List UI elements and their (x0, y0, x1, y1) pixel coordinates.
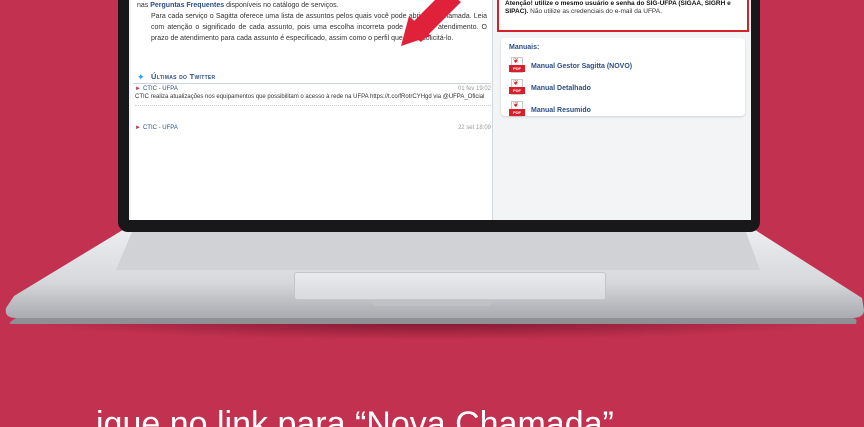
pdf-icon: ❦ PDF (509, 57, 525, 75)
twitter-bird-icon: ✦ (137, 71, 145, 82)
tweet-author[interactable]: CTIC - UFPA (143, 125, 178, 131)
tweet-divider (135, 105, 491, 106)
intro-lead: nas (137, 2, 151, 9)
browser-screen: nas Perguntas Frequentes disponíveis no … (129, 0, 751, 220)
pointer-arrow-icon (401, 0, 461, 46)
manual-link-gestor[interactable]: Manual Gestor Sagitta (NOVO) (531, 63, 632, 70)
pin-icon: ► (135, 86, 141, 92)
notice-rest: Não utilize as credenciais do e-mail da … (528, 8, 662, 15)
laptop-scene: nas Perguntas Frequentes disponíveis no … (0, 0, 864, 427)
manual-item[interactable]: ❦ PDF Manual Gestor Sagitta (NOVO) (509, 55, 737, 77)
tweet-date: 01 fev 19:02 (457, 86, 491, 92)
front-notch (372, 301, 492, 306)
tweet-item: ► CTIC - UFPA 22 set 18:09 (135, 124, 491, 132)
manuals-title: Manuais: (509, 44, 540, 51)
manual-link-resumido[interactable]: Manual Resumido (531, 107, 591, 114)
pdf-icon: ❦ PDF (509, 79, 525, 97)
tweet-item: ► CTIC - UFPA 01 fev 19:02 CTIC realiza a… (135, 85, 491, 106)
instruction-caption: …ique no link para “Nova Chamada” (0, 404, 864, 427)
pdf-icon: ❦ PDF (509, 101, 525, 119)
login-notice: Atenção! utilize o mesmo usuário e senha… (497, 0, 749, 32)
manuals-panel: Manuais: ❦ PDF Manual Gestor Sagitta (NO… (501, 38, 745, 117)
pin-icon: ► (135, 125, 141, 131)
intro-tail: disponíveis no catálogo de serviços. (224, 2, 339, 9)
caption-text: …ique no link para “Nova Chamada” (62, 405, 614, 427)
twitter-section-title: Últimas do Twitter (151, 72, 216, 81)
tweet-text: CTIC realiza atualizações nos equipament… (135, 94, 485, 100)
faq-link[interactable]: Perguntas Frequentes (150, 2, 224, 9)
manual-item[interactable]: ❦ PDF Manual Resumido (509, 99, 737, 121)
manual-item[interactable]: ❦ PDF Manual Detalhado (509, 77, 737, 99)
touchpad (294, 272, 606, 300)
tweet-date: 22 set 18:09 (457, 125, 491, 131)
tweet-author[interactable]: CTIC - UFPA (143, 86, 178, 92)
manual-link-detalhado[interactable]: Manual Detalhado (531, 85, 591, 92)
twitter-section-header: ✦ Últimas do Twitter (133, 70, 491, 84)
